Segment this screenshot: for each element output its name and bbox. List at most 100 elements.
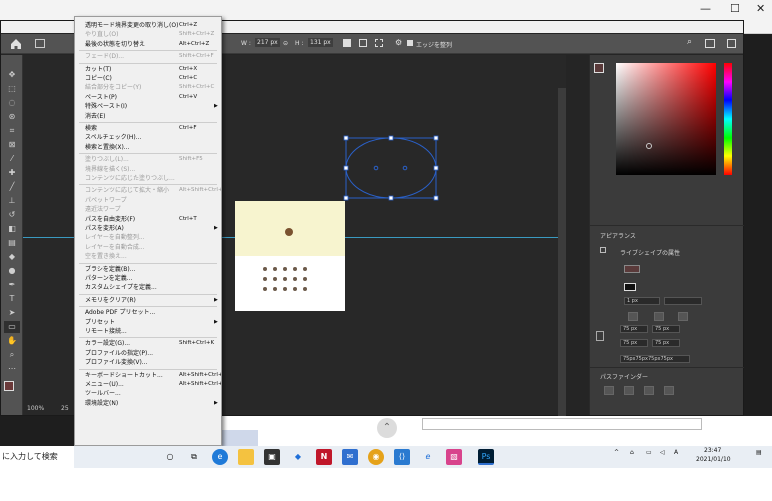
stroke-align-icon[interactable]	[628, 312, 638, 321]
close-icon[interactable]: ✕	[756, 2, 765, 15]
clock-time[interactable]: 23:47	[704, 447, 721, 454]
menu-item[interactable]: コンテンツに応じて拡大・縮小 Alt+Shift+Ctrl+C	[75, 186, 221, 195]
menu-item[interactable]: パターンを定義...	[75, 274, 221, 283]
lasso-tool-icon[interactable]: ◌	[4, 97, 20, 109]
search-icon[interactable]: ⌕	[687, 37, 692, 47]
tray-volume-icon[interactable]: ◁	[660, 449, 665, 456]
home-icon[interactable]	[9, 37, 23, 51]
clone-stamp-icon[interactable]: ⊥	[4, 195, 20, 207]
menu-item[interactable]: ブラシを定義(B)...	[75, 265, 221, 274]
crop-tool-icon[interactable]: ⌗	[4, 125, 20, 137]
mail-icon[interactable]: ✉	[342, 449, 358, 465]
tray-chevron-icon[interactable]: ^	[614, 449, 619, 456]
height-field[interactable]: 131 px	[308, 38, 333, 47]
gradient-tool-icon[interactable]: ▤	[4, 237, 20, 249]
page-select[interactable]	[422, 418, 702, 430]
corner-radius-bl[interactable]: 75 px	[620, 339, 648, 347]
align-edges-checkbox[interactable]	[407, 40, 413, 46]
menu-item[interactable]: カラー設定(G)... Shift+Ctrl+K	[75, 339, 221, 348]
stroke-corners-icon[interactable]	[678, 312, 688, 321]
menu-item[interactable]: コピー(C) Ctrl+C	[75, 74, 221, 83]
minimize-icon[interactable]: —	[700, 2, 711, 15]
maximize-icon[interactable]: ☐	[730, 2, 740, 15]
menu-item[interactable]: やり直し(O) Shift+Ctrl+Z	[75, 30, 221, 39]
stroke-width-field[interactable]: 1 px	[624, 297, 660, 305]
corner-radius-tr[interactable]: 75 px	[652, 325, 680, 333]
photoshop-taskbar-icon[interactable]: Ps	[478, 449, 494, 465]
menu-item[interactable]: 透明モード境界変更の取り消し(O) Ctrl+Z	[75, 21, 221, 30]
gear-icon[interactable]: ⚙	[395, 38, 402, 47]
chrome-icon[interactable]: ◉	[368, 449, 384, 465]
menu-item[interactable]: レイヤーを自動合成...	[75, 243, 221, 252]
menu-item[interactable]: 消去(E)	[75, 112, 221, 121]
dodge-tool-icon[interactable]: ●	[4, 265, 20, 277]
menu-item[interactable]: ペースト(P) Ctrl+V	[75, 93, 221, 102]
eraser-icon[interactable]: ◧	[4, 223, 20, 235]
move-tool-icon[interactable]: ✥	[4, 69, 20, 81]
quick-select-icon[interactable]: ⊛	[4, 111, 20, 123]
file-explorer-icon[interactable]	[238, 449, 254, 465]
pathfinder-exclude-icon[interactable]	[664, 386, 674, 395]
pen-tool-icon[interactable]: ✒	[4, 279, 20, 291]
link-corners-icon[interactable]	[596, 331, 604, 341]
hand-tool-icon[interactable]: ✋	[4, 335, 20, 347]
link-icon[interactable]: ⊝	[283, 40, 288, 47]
menu-item[interactable]: パスを自由変形(F) Ctrl+T	[75, 215, 221, 224]
scroll-up-icon[interactable]: ⌃	[377, 418, 397, 438]
taskbar-search-box[interactable]: に入力して検索	[0, 446, 74, 468]
menu-item[interactable]: キーボードショートカット... Alt+Shift+Ctrl+K	[75, 371, 221, 380]
path-arrange-icon[interactable]	[375, 39, 383, 47]
menu-item[interactable]: プロファイルの指定(P)...	[75, 349, 221, 358]
task-view-icon[interactable]: ⧉	[186, 449, 202, 465]
brush-tool-icon[interactable]: ╱	[4, 181, 20, 193]
ime-indicator[interactable]: A	[674, 449, 678, 456]
frame-tool-icon[interactable]: ⊠	[4, 139, 20, 151]
menu-item[interactable]: パスを変形(A) ▶	[75, 224, 221, 233]
menu-item[interactable]: 環境設定(N) ▶	[75, 399, 221, 408]
photos-icon[interactable]: ▧	[446, 449, 462, 465]
menu-item[interactable]: 塗りつぶし(L)... Shift+F5	[75, 155, 221, 164]
cortana-icon[interactable]: ○	[162, 449, 178, 465]
history-brush-icon[interactable]: ↺	[4, 209, 20, 221]
zoom-tool-icon[interactable]: ⌕	[4, 349, 20, 361]
path-select-icon[interactable]: ➤	[4, 307, 20, 319]
type-tool-icon[interactable]: T	[4, 293, 20, 305]
stroke-style-select[interactable]	[664, 297, 702, 305]
fill-swatch[interactable]	[624, 265, 640, 273]
menu-item[interactable]: フェード(D)... Shift+Ctrl+F	[75, 52, 221, 61]
workspace-icon[interactable]	[705, 39, 715, 48]
menu-item[interactable]: 最後の状態を切り替え Alt+Ctrl+Z	[75, 40, 221, 49]
more-tools-icon[interactable]: ⋯	[4, 363, 20, 375]
clock-date[interactable]: 2021/01/10	[696, 456, 731, 463]
menu-item[interactable]: Adobe PDF プリセット...	[75, 308, 221, 317]
tray-battery-icon[interactable]: ▭	[646, 449, 652, 456]
pathfinder-unite-icon[interactable]	[604, 386, 614, 395]
path-ops-icon[interactable]	[343, 39, 351, 47]
menu-item[interactable]: 遠近法ワープ	[75, 205, 221, 214]
corner-radius-br[interactable]: 75 px	[652, 339, 680, 347]
vertical-scrollbar[interactable]	[558, 88, 566, 433]
vscode-icon[interactable]: ⟨⟩	[394, 449, 410, 465]
internet-explorer-icon[interactable]: e	[420, 449, 436, 465]
blur-tool-icon[interactable]: ◆	[4, 251, 20, 263]
menu-item[interactable]: カット(T) Ctrl+X	[75, 65, 221, 74]
stroke-caps-icon[interactable]	[654, 312, 664, 321]
width-field[interactable]: 217 px	[255, 38, 280, 47]
menu-item[interactable]: メモリをクリア(R) ▶	[75, 296, 221, 305]
page-button[interactable]	[222, 430, 258, 446]
stroke-swatch[interactable]	[624, 283, 636, 291]
color-panel-fg-swatch[interactable]	[594, 63, 604, 73]
hue-slider[interactable]	[724, 63, 732, 175]
rectangle-tool-icon[interactable]: ▭	[4, 321, 20, 333]
menu-item[interactable]: リモート接続...	[75, 327, 221, 336]
menu-item[interactable]: メニュー(U)... Alt+Shift+Ctrl+M	[75, 380, 221, 389]
menu-item[interactable]: 検索 Ctrl+F	[75, 124, 221, 133]
menu-item[interactable]: 特殊ペースト(I) ▶	[75, 102, 221, 111]
pathfinder-intersect-icon[interactable]	[644, 386, 654, 395]
foreground-color-swatch[interactable]	[4, 381, 14, 391]
menu-item[interactable]: 空を置き換え...	[75, 252, 221, 261]
notification-icon[interactable]: ▤	[756, 449, 762, 456]
tray-network-icon[interactable]: ⌂	[630, 449, 634, 456]
corner-radius-tl[interactable]: 75 px	[620, 325, 648, 333]
eyedropper-icon[interactable]: ⁄	[4, 153, 20, 165]
